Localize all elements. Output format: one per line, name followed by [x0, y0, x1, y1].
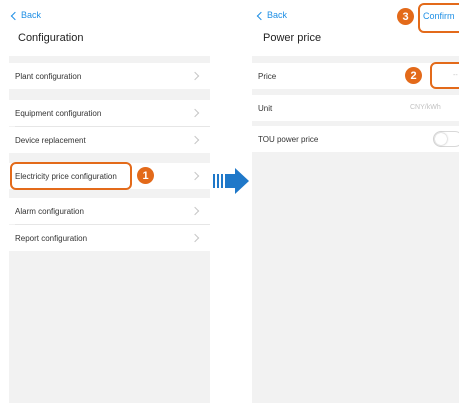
- chevron-right-icon: [190, 206, 200, 216]
- chevron-right-icon: [190, 71, 200, 81]
- price-label: Price: [258, 71, 277, 81]
- highlight-confirm-button: [418, 3, 459, 33]
- step-badge-1: 1: [137, 167, 154, 184]
- back-label: Back: [21, 10, 42, 20]
- unit-label: Unit: [258, 103, 273, 113]
- item-label: Equipment configuration: [15, 108, 102, 118]
- unit-value: CNY/kWh: [410, 104, 441, 111]
- device-replacement-item[interactable]: Device replacement: [9, 127, 210, 153]
- equipment-configuration-item[interactable]: Equipment configuration: [9, 100, 210, 126]
- item-label: Alarm configuration: [15, 206, 84, 216]
- tou-power-price-row: TOU power price: [252, 126, 459, 152]
- configuration-header: Back Configuration: [9, 0, 210, 56]
- price-row[interactable]: Price --: [252, 63, 459, 89]
- back-button[interactable]: Back: [10, 10, 42, 20]
- item-label: Device replacement: [15, 135, 86, 145]
- chevron-right-icon: [190, 135, 200, 145]
- highlight-electricity-price: [10, 162, 132, 190]
- item-label: Plant configuration: [15, 71, 82, 81]
- power-price-screen: Back Power price Confirm Price -- Unit C…: [252, 0, 459, 403]
- plant-configuration-item[interactable]: Plant configuration: [9, 63, 210, 89]
- back-button[interactable]: Back: [256, 10, 288, 20]
- highlight-price-field: [430, 62, 459, 89]
- chevron-right-icon: [190, 233, 200, 243]
- configuration-screen: Back Configuration Plant configuration E…: [9, 0, 210, 403]
- step-badge-2: 2: [405, 67, 422, 84]
- back-label: Back: [267, 10, 288, 20]
- chevron-left-icon: [256, 11, 266, 20]
- step-badge-3: 3: [397, 8, 414, 25]
- page-title: Configuration: [18, 32, 84, 44]
- toggle-knob: [435, 133, 447, 145]
- item-label: Report configuration: [15, 233, 88, 243]
- arrow-right-icon: [213, 168, 249, 194]
- chevron-right-icon: [190, 108, 200, 118]
- unit-row: Unit CNY/kWh: [252, 95, 459, 121]
- page-title: Power price: [263, 32, 322, 44]
- tou-label: TOU power price: [258, 134, 319, 144]
- report-configuration-item[interactable]: Report configuration: [9, 225, 210, 251]
- alarm-configuration-item[interactable]: Alarm configuration: [9, 198, 210, 224]
- chevron-left-icon: [10, 11, 20, 20]
- chevron-right-icon: [190, 171, 200, 181]
- tou-toggle[interactable]: [433, 131, 459, 147]
